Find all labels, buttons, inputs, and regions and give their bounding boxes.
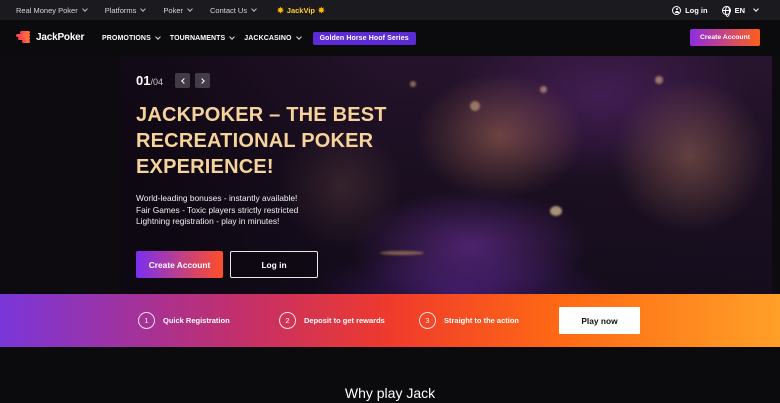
step-straight-to-action: 3 Straight to the action [419,312,519,329]
bullet-item: World-leading bonuses - instantly availa… [136,193,298,203]
nav-tournaments[interactable]: TOURNAMENTS [169,34,236,42]
jackvip-link[interactable]: ✸ JackVip ✸ [274,6,328,15]
utility-nav-poker[interactable]: Poker [163,5,193,15]
play-now-button[interactable]: Play now [559,307,640,334]
slide-total: /04 [150,77,163,87]
hero-side-panel [0,56,120,294]
main-nav-items: PROMOTIONS TOURNAMENTS JACKCASINO Golden… [102,20,416,56]
star-icon: ✸ [318,5,325,15]
chevron-down-icon [155,34,161,40]
why-title: Why play Jack [344,385,436,401]
headline-line: EXPERIENCE! [136,156,274,178]
utility-nav-label: Real Money Poker [16,5,78,15]
slide-current: 01 [136,73,151,88]
step-number: 2 [279,312,296,329]
logo-text: JackPoker [36,31,85,43]
main-nav: JackPoker PROMOTIONS TOURNAMENTS JACKCAS… [0,20,780,56]
chevron-down-icon [251,6,257,12]
star-icon: ✸ [277,5,284,15]
hero-bullets: World-leading bonuses - instantly availa… [136,193,298,228]
hero-create-account-button[interactable]: Create Account [136,251,223,278]
slide-prev-button[interactable] [175,73,190,88]
step-label: Deposit to get rewards [304,316,385,325]
step-number: 1 [138,312,155,329]
globe-icon [721,5,731,17]
nav-promotions[interactable]: PROMOTIONS [102,34,161,42]
utility-nav-contact-us[interactable]: Contact Us [209,5,257,15]
headline-line: JACKPOKER – THE BEST [136,104,387,126]
create-account-button[interactable]: Create Account [690,29,760,46]
nav-jackcasino[interactable]: JACKCASINO [244,34,302,42]
step-quick-registration: 1 Quick Registration [138,312,230,329]
utility-nav-label: Platforms [104,5,137,15]
utility-nav-label: Contact Us [209,5,248,15]
slide-next-button[interactable] [195,73,210,88]
hero-headline: JACKPOKER – THE BEST RECREATIONAL POKER … [136,102,436,180]
utility-nav-real-money-poker[interactable]: Real Money Poker [16,5,88,15]
logo-mark-icon [16,31,32,43]
language-selector[interactable]: EN [721,5,759,17]
headline-line: RECREATIONAL POKER [136,130,374,152]
nav-label: TOURNAMENTS [169,34,226,42]
chevron-down-icon [229,34,236,40]
chevron-down-icon [81,6,88,12]
hero-side-panel [772,56,780,294]
login-link[interactable]: Log in [672,5,708,15]
logo[interactable]: JackPoker [16,31,84,43]
chevron-right-icon [198,77,205,84]
chevron-down-icon [140,6,147,12]
chevron-down-icon [753,6,759,12]
utility-bar: Real Money Poker Platforms Poker Contact… [0,0,780,20]
bullet-item: Fair Games - Toxic players strictly rest… [136,204,299,215]
utility-nav-platforms[interactable]: Platforms [104,5,147,15]
language-label: EN [734,5,745,15]
login-label: Log in [685,5,708,15]
user-icon [672,5,682,15]
nav-label: JACKCASINO [244,34,292,42]
bullet-item: Lightning registration - play in minutes… [136,216,280,226]
promo-badge[interactable]: Golden Horse Hoof Series [312,31,416,45]
jackvip-label: JackVip [286,5,316,15]
step-label: Straight to the action [444,316,519,325]
hero-login-button[interactable]: Log in [230,251,318,278]
step-label: Quick Registration [163,316,230,325]
utility-nav-label: Poker [163,5,183,15]
chevron-left-icon [180,77,187,84]
steps-band: 1 Quick Registration 2 Deposit to get re… [0,294,780,347]
utility-right: Log in EN [672,0,759,20]
chevron-down-icon [187,6,193,12]
why-section: Why play Jack [0,347,780,403]
nav-label: PROMOTIONS [102,34,151,42]
slide-counter: 01 /04 [136,73,163,88]
chevron-down-icon [295,34,302,40]
step-deposit: 2 Deposit to get rewards [279,312,385,329]
step-number: 3 [419,312,436,329]
utility-nav: Real Money Poker Platforms Poker Contact… [16,6,328,15]
hero-banner: 01 /04 JACKPOKER – THE BEST RECREATIONAL… [0,56,780,294]
